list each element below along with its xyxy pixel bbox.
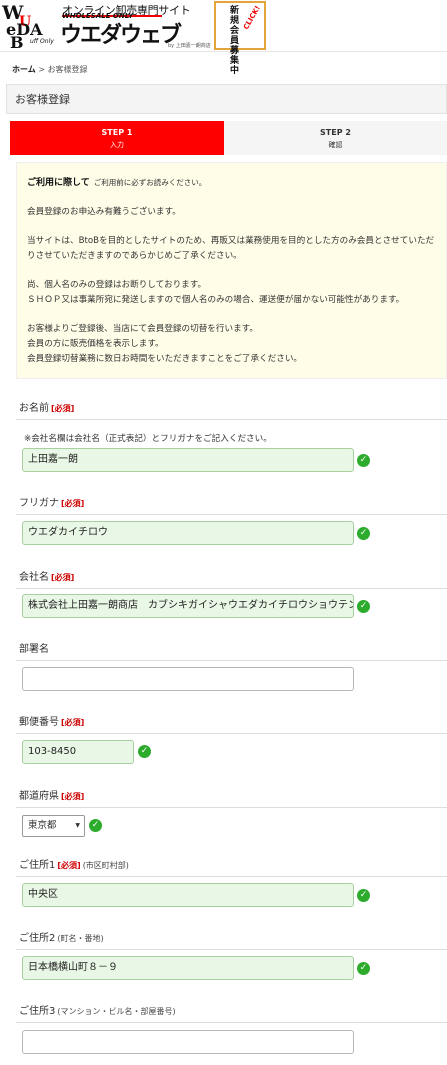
address1-note: (市区町村部) [82,861,129,870]
step-2-number: STEP 2 [320,128,351,137]
notice-subheading: ご利用前に必ずお読みください。 [93,178,207,187]
step-1: STEP 1 入力 [10,121,224,155]
recruit-click: CLICK! [242,4,262,31]
postal-input[interactable]: 103-8450 [22,740,134,764]
site-header: W U eDA B uff Only オンライン卸売専門サイト WHOLESAL… [0,0,447,76]
chevron-down-icon: ▼ [75,822,80,829]
step-1-label: 入力 [110,141,124,149]
check-circle-icon: ✓ [357,600,370,613]
divider [16,733,447,734]
postal-label: 郵便番号 [必須] [19,717,85,728]
address2-label: ご住所2 (町名・番地) [19,933,104,944]
logo-byline: by 上田嘉一朗商店 [168,43,211,49]
divider [16,419,447,420]
prefecture-select[interactable]: 東京都 ▼ [22,815,85,837]
name-hint: ※会社名欄は会社名（正式表記）とフリガナをご記入ください。 [24,434,272,444]
divider [16,1022,447,1023]
required-badge: [必須] [57,861,81,870]
company-label: 会社名 [必須] [19,572,75,583]
step-indicator: STEP 1 入力 STEP 2 確認 [10,121,447,155]
notice-line: りさせていただきますのであらかじめご了承ください。 [27,251,242,261]
divider [16,949,447,950]
notice-line: 会員登録切替業務に数日お時間をいただきますことをご了承ください。 [27,354,303,364]
divider [16,807,447,808]
notice-line: お客様よりご登録後、当店にて会員登録の切替を行います。 [27,324,259,334]
address2-input[interactable]: 日本橋横山町８－９ [22,956,354,980]
breadcrumb: ホーム > お客様登録 [12,64,88,75]
company-input[interactable]: 株式会社上田嘉一朗商店 カブシキガイシャウエダカイチロウショウテン [22,594,354,618]
address1-label: ご住所1 [必須] (市区町村部) [19,860,129,871]
logo-b-small: uff Only [30,38,54,45]
name-label: お名前 [必須] [19,403,75,414]
page-title: お客様登録 [6,84,447,114]
department-input[interactable] [22,667,354,691]
divider [16,876,447,877]
department-label: 部署名 [19,644,49,655]
address1-input[interactable]: 中央区 [22,883,354,907]
address2-note: (町名・番地) [57,934,104,943]
divider [16,660,447,661]
member-recruit-banner[interactable]: 新規会員募集中 CLICK! [214,1,266,76]
furigana-input[interactable]: ウエダカイチロウ [22,521,354,545]
notice-line: 尚、個人名のみの登録はお断りしております。 [27,280,207,290]
check-circle-icon: ✓ [357,889,370,902]
name-input[interactable]: 上田嘉一朗 [22,448,354,472]
divider [16,588,447,589]
notice-heading: ご利用に際して [27,178,90,188]
step-2: STEP 2 確認 [224,121,447,155]
notice-line: 当サイトは、BtoBを目的としたサイトのため、再販又は業務使用を目的とした方のみ… [27,236,435,246]
address3-label: ご住所3 (マンション・ビル名・部屋番号) [19,1006,176,1017]
usage-notice: ご利用に際して ご利用前に必ずお読みください。 会員登録のお申込み有難うございます… [16,162,447,379]
furigana-label: フリガナ [必須] [19,498,85,509]
required-badge: [必須] [61,718,85,727]
address3-input[interactable] [22,1030,354,1054]
step-1-number: STEP 1 [101,128,133,137]
logo-main: ウエダウェブ [60,23,182,48]
check-circle-icon: ✓ [138,745,151,758]
breadcrumb-separator: > [38,65,46,74]
address3-note: (マンション・ビル名・部屋番号) [57,1007,176,1016]
required-badge: [必須] [61,499,85,508]
required-badge: [必須] [61,792,85,801]
logo-b: B [10,33,24,52]
notice-line: ＳＨＯＰ又は事業所宛に発送しますので個人名のみの場合、運送便が届かない可能性があ… [27,295,405,305]
divider [16,514,447,515]
breadcrumb-current: お客様登録 [47,65,88,74]
breadcrumb-home[interactable]: ホーム [12,65,36,74]
recruit-text: 新規会員募集中 [230,6,240,76]
notice-line: 会員登録のお申込み有難うございます。 [27,207,181,217]
check-circle-icon: ✓ [89,819,102,832]
required-badge: [必須] [51,404,75,413]
notice-line: 会員の方に販売価格を表示します。 [27,339,164,349]
required-badge: [必須] [51,573,75,582]
check-circle-icon: ✓ [357,454,370,467]
check-circle-icon: ✓ [357,962,370,975]
check-circle-icon: ✓ [357,527,370,540]
step-2-label: 確認 [328,141,343,149]
prefecture-label: 都道府県 [必須] [19,791,85,802]
prefecture-value: 東京都 [28,820,57,831]
